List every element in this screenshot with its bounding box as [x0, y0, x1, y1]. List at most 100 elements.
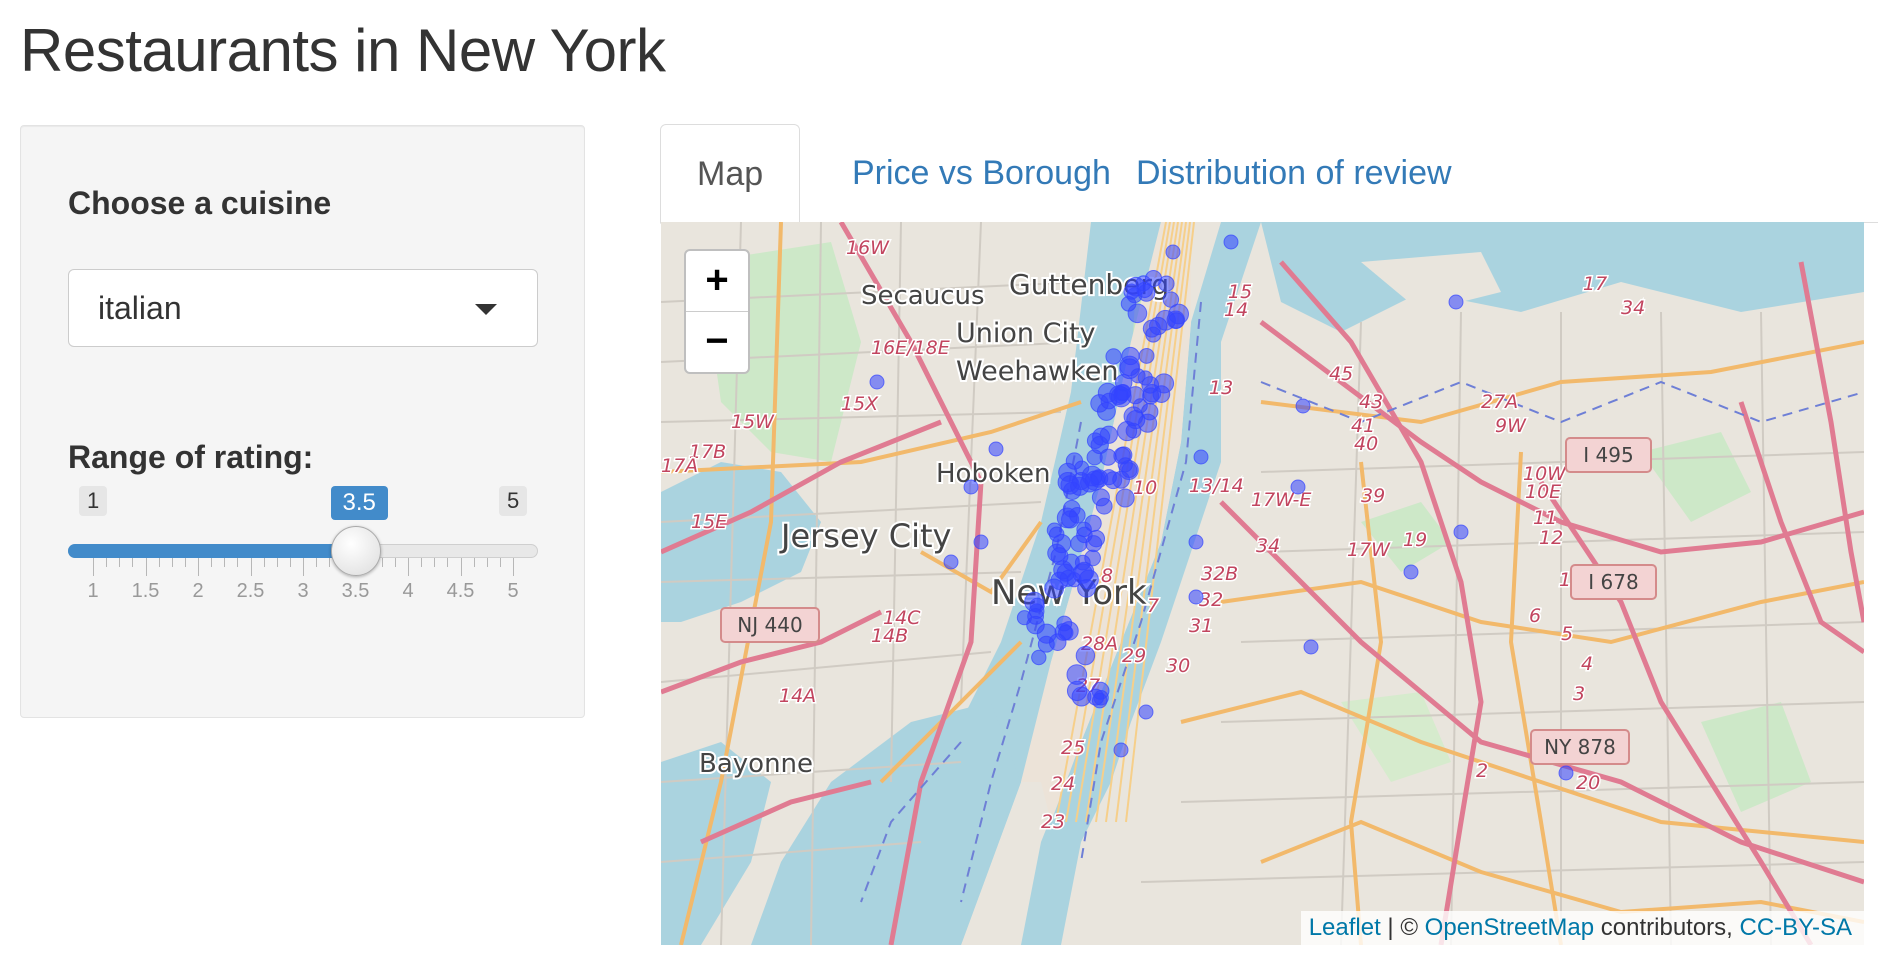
slider-handle[interactable] [330, 526, 381, 576]
restaurant-marker[interactable] [1090, 470, 1106, 486]
restaurant-marker[interactable] [1193, 449, 1209, 465]
map-road-label: 19 [1403, 529, 1427, 551]
map-tiles[interactable]: GuttenbergSecaucusUnion CityWeehawkenHob… [661, 222, 1864, 945]
slider-tick [224, 558, 226, 567]
restaurant-marker[interactable] [1223, 234, 1239, 250]
map-road-label: 34 [1621, 297, 1645, 319]
restaurant-marker[interactable] [1046, 522, 1063, 538]
restaurant-marker[interactable] [1149, 316, 1168, 336]
map-place-label: Bayonne [699, 749, 813, 779]
restaurant-marker[interactable] [1074, 460, 1090, 476]
slider-max-label: 5 [499, 486, 528, 516]
restaurant-marker[interactable] [1453, 524, 1469, 540]
slider-tick [184, 558, 186, 567]
restaurant-marker[interactable] [1075, 645, 1096, 666]
restaurant-marker[interactable] [1056, 615, 1073, 632]
highway-shield: I 495 [1565, 437, 1652, 473]
restaurant-marker[interactable] [1168, 312, 1185, 329]
restaurant-marker[interactable] [1152, 385, 1171, 403]
restaurant-marker[interactable] [1029, 597, 1045, 613]
restaurant-marker[interactable] [1091, 488, 1110, 507]
restaurant-marker[interactable] [943, 554, 959, 570]
map-road-label: 7 [1147, 595, 1159, 617]
svg-text:NJ 440: NJ 440 [737, 613, 802, 637]
slider-tick [486, 558, 488, 567]
tab-map[interactable]: Map [660, 124, 801, 224]
restaurant-marker[interactable] [1076, 526, 1093, 544]
slider-tick-label: 1 [87, 580, 99, 602]
slider-tick [460, 558, 462, 576]
slider-tick [434, 558, 436, 567]
map-road-label: 6 [1529, 605, 1541, 627]
highway-shield: NY 878 [1530, 729, 1630, 765]
restaurant-marker[interactable] [1295, 398, 1311, 414]
restaurant-marker[interactable] [1558, 765, 1574, 781]
slider-tick-label: 4 [402, 580, 414, 602]
svg-text:I 678: I 678 [1588, 570, 1638, 594]
slider-tick [499, 558, 501, 567]
restaurant-marker[interactable] [869, 374, 885, 390]
zoom-in-button[interactable]: + [686, 251, 748, 311]
restaurant-marker[interactable] [963, 479, 979, 495]
map-road-label: 16W [846, 237, 890, 259]
tab-distribution-of-review[interactable]: Distribution of review [1100, 124, 1488, 223]
chevron-down-icon[interactable] [475, 304, 497, 315]
restaurant-marker[interactable] [1090, 394, 1109, 413]
restaurant-marker[interactable] [1138, 347, 1155, 364]
rating-slider[interactable]: 1 5 3.5 1 1.5 2 2.5 3 3.5 4 4.5 5 [68, 486, 538, 646]
restaurant-marker[interactable] [1158, 275, 1175, 292]
restaurant-marker[interactable] [1091, 692, 1108, 709]
restaurant-marker[interactable] [973, 534, 989, 550]
leaflet-map[interactable]: Guttenberg Secaucus Union City Weehawken Hob… [661, 222, 1864, 945]
restaurant-marker[interactable] [1066, 680, 1088, 702]
restaurant-marker[interactable] [1044, 578, 1065, 599]
tab-price-vs-borough[interactable]: Price vs Borough [816, 124, 1147, 223]
restaurant-marker[interactable] [1303, 639, 1319, 655]
license-link[interactable]: CC-BY-SA [1740, 914, 1852, 941]
map-place-label: Hoboken [936, 459, 1050, 489]
restaurant-marker[interactable] [1062, 499, 1081, 518]
slider-tick [171, 558, 173, 567]
map-road-label: 17W [1347, 539, 1391, 561]
leaflet-link[interactable]: Leaflet [1309, 914, 1381, 941]
restaurant-marker[interactable] [1188, 589, 1204, 605]
rating-label: Range of rating: [68, 439, 314, 475]
slider-tick-label: 2 [192, 580, 204, 602]
cuisine-select[interactable]: italian [68, 269, 538, 347]
restaurant-marker[interactable] [1105, 348, 1122, 365]
restaurant-marker[interactable] [1114, 373, 1133, 392]
restaurant-marker[interactable] [1127, 303, 1148, 324]
slider-tick [394, 558, 396, 567]
slider-tick [473, 558, 475, 567]
cuisine-select-value: italian [98, 290, 182, 326]
restaurant-marker[interactable] [1188, 534, 1204, 550]
slider-tick-label: 5 [507, 580, 519, 602]
map-road-label: 16E/18E [871, 337, 950, 359]
restaurant-marker[interactable] [1115, 488, 1135, 508]
restaurant-marker[interactable] [1136, 281, 1153, 299]
slider-tick-label: 2.5 [236, 580, 265, 602]
restaurant-marker[interactable] [1138, 704, 1154, 720]
restaurant-marker[interactable] [1140, 402, 1159, 421]
restaurant-marker[interactable] [1063, 481, 1082, 501]
restaurant-marker[interactable] [1056, 563, 1075, 582]
restaurant-marker[interactable] [1119, 355, 1140, 377]
restaurant-marker[interactable] [1037, 635, 1055, 653]
restaurant-marker[interactable] [1115, 446, 1133, 464]
restaurant-marker[interactable] [1031, 649, 1047, 666]
restaurant-marker[interactable] [1104, 471, 1123, 490]
restaurant-marker[interactable] [1113, 742, 1129, 758]
restaurant-marker[interactable] [1050, 547, 1069, 566]
restaurant-marker[interactable] [1090, 435, 1109, 455]
map-road-label: 43 [1359, 391, 1383, 413]
zoom-out-button[interactable]: − [686, 311, 748, 372]
restaurant-marker[interactable] [1448, 294, 1464, 310]
openstreetmap-link[interactable]: OpenStreetMap [1425, 914, 1594, 941]
slider-tick [158, 558, 160, 567]
slider-tick [106, 558, 108, 567]
restaurant-marker[interactable] [1162, 291, 1180, 308]
restaurant-marker[interactable] [1165, 244, 1181, 260]
restaurant-marker[interactable] [988, 441, 1004, 457]
restaurant-marker[interactable] [1403, 564, 1419, 580]
restaurant-marker[interactable] [1290, 479, 1306, 495]
